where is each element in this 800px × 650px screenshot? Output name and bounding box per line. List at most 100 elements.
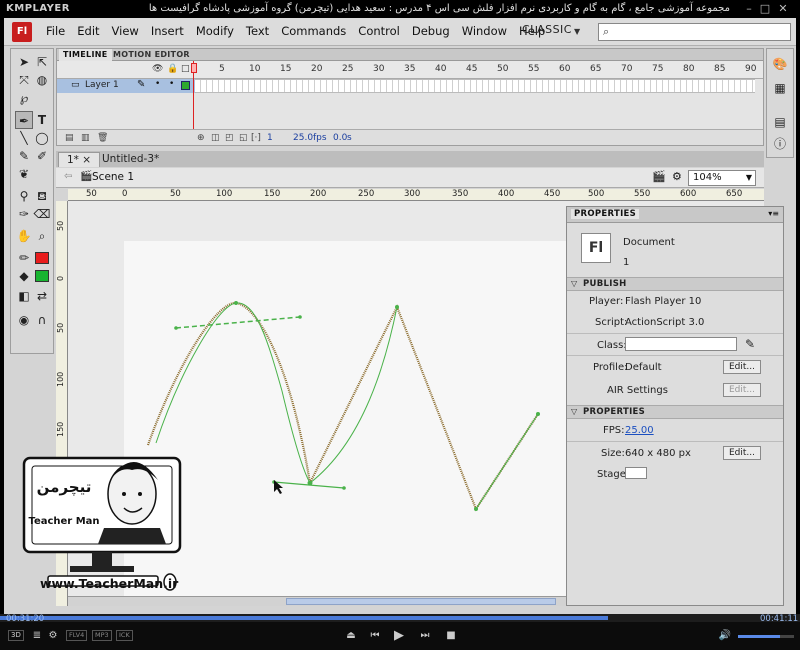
profile-edit-button[interactable]: Edit... bbox=[723, 360, 761, 374]
lock-icon[interactable]: 🔒 bbox=[167, 64, 178, 74]
edit-symbols-icon[interactable]: ⚙ bbox=[672, 170, 682, 183]
close-icon[interactable]: ✕ bbox=[776, 2, 790, 16]
paint-bucket-tool-icon[interactable]: ⛾ bbox=[33, 187, 51, 205]
black-white-icon[interactable]: ◧ bbox=[15, 287, 33, 305]
minimize-icon[interactable]: – bbox=[742, 2, 756, 16]
object-drawing-icon[interactable]: ◉ bbox=[15, 311, 33, 329]
menu-insert[interactable]: Insert bbox=[145, 24, 190, 38]
onion-markers-icon[interactable]: [·] bbox=[251, 133, 261, 143]
new-layer-icon[interactable]: ▤ bbox=[65, 133, 74, 143]
align-panel-icon[interactable]: ▤ bbox=[771, 113, 789, 131]
properties-tab[interactable]: PROPERTIES ▾≡ bbox=[567, 207, 783, 223]
color-panel-icon[interactable]: 🎨 bbox=[771, 55, 789, 73]
handle-point[interactable] bbox=[298, 315, 302, 319]
menu-view[interactable]: View bbox=[106, 24, 145, 38]
tangent-handle-top[interactable] bbox=[175, 316, 301, 329]
settings-icon[interactable]: ⚙ bbox=[46, 629, 60, 643]
panel-menu-icon[interactable]: ▾≡ bbox=[768, 209, 779, 218]
outline-icon[interactable]: □ bbox=[181, 64, 190, 74]
text-tool-icon[interactable]: T bbox=[33, 111, 51, 129]
air-edit-button[interactable]: Edit... bbox=[723, 383, 761, 397]
menu-debug[interactable]: Debug bbox=[406, 24, 456, 38]
deco-tool-icon[interactable]: ❦ bbox=[15, 165, 33, 183]
pencil-icon[interactable]: ✎ bbox=[745, 337, 755, 351]
help-search-input[interactable]: ⌕ bbox=[598, 23, 791, 41]
playlist-icon[interactable]: ≣ bbox=[30, 629, 44, 643]
bone-tool-icon[interactable]: ⚲ bbox=[15, 187, 33, 205]
stroke-color-swatch[interactable] bbox=[35, 252, 49, 264]
menu-text[interactable]: Text bbox=[240, 24, 275, 38]
anchor-point[interactable] bbox=[536, 412, 540, 416]
pencil-tool-icon[interactable]: ✎ bbox=[15, 147, 33, 165]
edit-scene-icon[interactable]: 🎬 bbox=[652, 170, 666, 183]
layer-row[interactable]: ▭ Layer 1 ✎ • • bbox=[57, 79, 195, 93]
selection-tool-icon[interactable]: ➤ bbox=[15, 53, 33, 71]
onion-outline-icon[interactable]: ◰ bbox=[225, 133, 234, 143]
frame-cells[interactable] bbox=[195, 79, 755, 93]
anchor-point[interactable] bbox=[307, 480, 313, 486]
lock-dot-icon[interactable]: • bbox=[169, 79, 174, 89]
brush-tool-icon[interactable]: ✐ bbox=[33, 147, 51, 165]
lasso-tool-icon[interactable]: ℘ bbox=[15, 89, 33, 107]
eject-icon[interactable]: ⏏ bbox=[344, 629, 358, 643]
3d-rotation-tool-icon[interactable]: ◍ bbox=[33, 71, 51, 89]
frame-rate[interactable]: 25.0 bbox=[293, 133, 313, 143]
back-arrow-icon[interactable]: ⇦ bbox=[64, 171, 72, 182]
handle-point[interactable] bbox=[174, 326, 178, 330]
maximize-icon[interactable]: □ bbox=[758, 2, 772, 16]
swap-colors-icon[interactable]: ⇄ bbox=[33, 287, 51, 305]
anchor-point[interactable] bbox=[234, 301, 238, 305]
menu-commands[interactable]: Commands bbox=[275, 24, 352, 38]
menu-file[interactable]: File bbox=[40, 24, 71, 38]
delete-layer-icon[interactable]: 🗑 bbox=[97, 133, 108, 143]
edit-multiple-icon[interactable]: ◱ bbox=[239, 133, 248, 143]
anchor-point[interactable] bbox=[474, 507, 478, 511]
oval-tool-icon[interactable]: ◯ bbox=[33, 129, 51, 147]
menu-window[interactable]: Window bbox=[456, 24, 513, 38]
eraser-tool-icon[interactable]: ⌫ bbox=[33, 205, 51, 223]
onion-skin-icon[interactable]: ◫ bbox=[211, 133, 220, 143]
class-input[interactable] bbox=[625, 337, 737, 351]
playhead-handle[interactable] bbox=[191, 63, 197, 73]
new-folder-icon[interactable]: ▥ bbox=[81, 133, 90, 143]
hand-tool-icon[interactable]: ✋ bbox=[15, 227, 33, 245]
menu-edit[interactable]: Edit bbox=[71, 24, 105, 38]
volume-slider[interactable] bbox=[738, 635, 794, 638]
stage-color-swatch[interactable] bbox=[625, 467, 647, 479]
outline-color-icon[interactable] bbox=[181, 81, 190, 90]
green-path-3[interactable] bbox=[475, 413, 539, 510]
properties-section-header[interactable]: ▽ PROPERTIES bbox=[567, 405, 783, 419]
3d-badge[interactable]: 3D bbox=[8, 630, 24, 641]
close-icon[interactable]: × bbox=[82, 154, 91, 166]
publish-section-header[interactable]: ▽ PUBLISH bbox=[567, 277, 783, 291]
seek-bar[interactable] bbox=[0, 614, 800, 622]
center-frame-icon[interactable]: ⊕ bbox=[197, 133, 205, 143]
scrollbar-thumb[interactable] bbox=[286, 598, 556, 605]
stop-icon[interactable]: ■ bbox=[444, 629, 458, 643]
visible-dot-icon[interactable]: • bbox=[155, 79, 160, 89]
swatches-panel-icon[interactable]: ▦ bbox=[771, 79, 789, 97]
handle-point[interactable] bbox=[342, 486, 346, 490]
tab-motion-editor[interactable]: MOTION EDITOR bbox=[109, 49, 194, 61]
pen-tool-icon[interactable]: ✒ bbox=[15, 111, 33, 129]
subselection-tool-icon[interactable]: ⇱ bbox=[33, 53, 51, 71]
tab-document-untitled-3[interactable]: Untitled-3* bbox=[94, 152, 167, 167]
info-panel-icon[interactable]: ⓘ bbox=[771, 135, 789, 153]
eyedropper-tool-icon[interactable]: ✑ bbox=[15, 205, 33, 223]
line-tool-icon[interactable]: ╲ bbox=[15, 129, 33, 147]
size-edit-button[interactable]: Edit... bbox=[723, 446, 761, 460]
snap-icon[interactable]: ∩ bbox=[33, 311, 51, 329]
fill-color-swatch[interactable] bbox=[35, 270, 49, 282]
tab-timeline[interactable]: TIMELINE bbox=[59, 49, 112, 61]
fps-value[interactable]: 25.00 bbox=[625, 425, 654, 436]
layer-name[interactable]: Layer 1 bbox=[85, 80, 119, 90]
kmplayer-logo[interactable]: KMPLAYER bbox=[6, 3, 70, 14]
next-icon[interactable]: ⏭ bbox=[418, 629, 432, 643]
menu-control[interactable]: Control bbox=[352, 24, 406, 38]
play-icon[interactable]: ▶ bbox=[392, 629, 406, 643]
zoom-tool-icon[interactable]: ⌕ bbox=[33, 227, 51, 245]
anchor-point[interactable] bbox=[395, 305, 399, 309]
free-transform-tool-icon[interactable]: ⤧ bbox=[15, 71, 33, 89]
eye-icon[interactable]: 👁 bbox=[152, 64, 163, 74]
volume-icon[interactable]: 🔊 bbox=[718, 629, 732, 643]
